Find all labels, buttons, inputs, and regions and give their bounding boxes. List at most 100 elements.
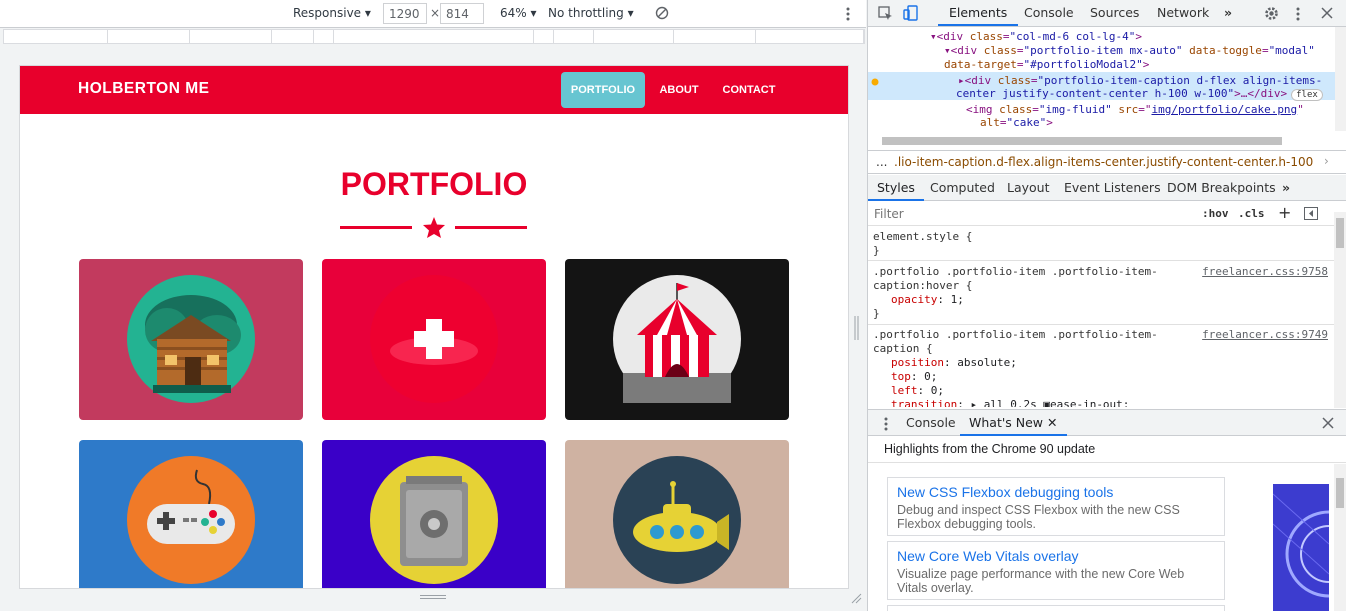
drawer-tab-whats-new[interactable]: What's New ✕ xyxy=(960,410,1067,436)
rule-caption-source[interactable]: freelancer.css:9749 xyxy=(1202,328,1328,341)
rule-hover-decl[interactable]: opacity: 1; xyxy=(891,293,964,306)
portfolio-item-safe[interactable] xyxy=(322,440,546,588)
new-style-rule-icon[interactable]: + xyxy=(1278,203,1291,222)
throttling-label: No throttling xyxy=(548,6,624,20)
rule-hover-selector-1[interactable]: .portfolio .portfolio-item .portfolio-it… xyxy=(873,265,1158,278)
flex-badge[interactable]: flex xyxy=(1291,89,1323,101)
settings-gear-icon[interactable] xyxy=(1264,6,1279,24)
hov-toggle[interactable]: :hov xyxy=(1202,207,1229,220)
device-toolbar-icon[interactable] xyxy=(903,5,919,24)
devtools-main-tabs: Elements Console Sources Network » xyxy=(868,0,1346,27)
dom-node-caption-cont: center justify-content-center h-100 w-10… xyxy=(956,87,1323,101)
height-input[interactable]: 814 xyxy=(440,3,484,24)
cake-illustration xyxy=(370,275,498,403)
tab-elements[interactable]: Elements xyxy=(938,0,1019,26)
rule-caption-decl-left[interactable]: left: 0; xyxy=(891,384,944,397)
drawer-tabs: Console What's New ✕ xyxy=(868,409,1346,436)
portfolio-item-cabin[interactable] xyxy=(79,259,303,420)
breadcrumb-scroll-right-icon[interactable]: › xyxy=(1324,154,1329,168)
dom-node-portfolio-item[interactable]: ▾<div class="portfolio-item mx-auto" dat… xyxy=(944,44,1315,57)
throttling-select[interactable]: No throttling ▾ xyxy=(548,6,634,20)
rule-hover-source[interactable]: freelancer.css:9758 xyxy=(1202,265,1328,278)
close-tab-icon[interactable]: ✕ xyxy=(1047,415,1057,430)
section-heading: PORTFOLIO xyxy=(340,166,528,202)
toggle-sidebar-icon[interactable] xyxy=(1304,207,1318,223)
dimension-separator: × xyxy=(430,6,441,20)
site-navbar: HOLBERTON ME PORTFOLIO ABOUT CONTACT xyxy=(20,66,848,114)
dom-node-img[interactable]: <img class="img-fluid" src="img/portfoli… xyxy=(966,103,1304,116)
dom-vertical-scrollbar[interactable] xyxy=(1335,27,1346,131)
portfolio-item-circus[interactable] xyxy=(565,259,789,420)
zoom-select[interactable]: 64% ▾ xyxy=(500,6,537,20)
styles-tabs: Styles Computed Layout Event Listeners D… xyxy=(868,175,1346,201)
cabin-illustration xyxy=(127,275,255,403)
nav-portfolio[interactable]: PORTFOLIO xyxy=(561,72,645,108)
rule-caption-decl-position[interactable]: position: absolute; xyxy=(891,356,1017,369)
inspect-element-icon[interactable] xyxy=(878,6,893,24)
tab-computed[interactable]: Computed xyxy=(930,175,995,201)
portfolio-item-submarine[interactable] xyxy=(565,440,789,588)
styles-filter-input[interactable] xyxy=(872,204,1192,224)
portfolio-item-game[interactable] xyxy=(79,440,303,588)
close-devtools-icon[interactable] xyxy=(1321,7,1333,22)
whats-new-item[interactable]: New Core Web Vitals overlay Visualize pa… xyxy=(887,541,1225,600)
game-controller-illustration xyxy=(127,456,255,584)
nav-contact[interactable]: CONTACT xyxy=(716,72,782,108)
dom-node-col[interactable]: ▾<div class="col-md-6 col-lg-4"> xyxy=(930,30,1142,43)
more-tabs-icon[interactable]: » xyxy=(1224,0,1232,26)
rule-caption-selector-2: caption { xyxy=(873,342,933,355)
viewport-resize-handle[interactable] xyxy=(420,595,446,602)
rule-caption-decl-top[interactable]: top: 0; xyxy=(891,370,937,383)
dom-tree: ▾<div class="col-md-6 col-lg-4"> ▾<div c… xyxy=(868,27,1346,135)
tab-network[interactable]: Network xyxy=(1157,0,1209,26)
corner-resize-icon[interactable] xyxy=(850,592,862,607)
tab-console[interactable]: Console xyxy=(1024,0,1074,26)
whats-new-item[interactable] xyxy=(887,605,1225,611)
element-style-close: } xyxy=(873,244,880,257)
drawer-menu-icon[interactable] xyxy=(884,417,888,434)
dom-node-img-cont: alt="cake"> xyxy=(980,116,1053,129)
rotate-icon[interactable] xyxy=(655,6,669,23)
devtools-panel: Elements Console Sources Network » ▾<div… xyxy=(867,0,1346,611)
rule-caption-decl-transition[interactable]: transition: ▸ all 0.2s ▣ease-in-out; xyxy=(891,398,1129,407)
styles-rules: element.style { } .portfolio .portfolio-… xyxy=(868,227,1334,407)
whats-new-item[interactable]: New CSS Flexbox debugging tools Debug an… xyxy=(887,477,1225,536)
dom-node-caption[interactable]: ▸<div class="portfolio-item-caption d-fl… xyxy=(958,74,1322,87)
rule-caption-selector-1[interactable]: .portfolio .portfolio-item .portfolio-it… xyxy=(873,328,1158,341)
dom-horizontal-scrollbar[interactable] xyxy=(882,137,1282,145)
rule-hover-selector-2: caption:hover { xyxy=(873,279,973,292)
devtools-menu-icon[interactable] xyxy=(1296,7,1300,24)
whats-new-item-title[interactable]: New Core Web Vitals overlay xyxy=(897,548,1215,564)
device-select[interactable]: Responsive ▾ xyxy=(293,6,371,20)
breadcrumb-path[interactable]: .lio-item-caption.d-flex.align-items-cen… xyxy=(894,155,1314,169)
more-options-icon[interactable] xyxy=(846,7,850,24)
tab-event-listeners[interactable]: Event Listeners xyxy=(1064,175,1161,201)
element-style-selector[interactable]: element.style { xyxy=(873,230,972,243)
tab-dom-breakpoints[interactable]: DOM Breakpoints xyxy=(1167,175,1276,201)
styles-scrollbar[interactable] xyxy=(1334,212,1346,408)
hover-indicator-icon xyxy=(871,75,879,89)
submarine-illustration xyxy=(613,456,741,584)
device-toolbar: Responsive ▾ 1290 × 814 64% ▾ No throttl… xyxy=(0,0,866,28)
whats-new-item-title[interactable]: New CSS Flexbox debugging tools xyxy=(897,484,1215,500)
tab-styles[interactable]: Styles xyxy=(868,175,924,201)
whats-new-banner-image xyxy=(1273,484,1329,611)
close-drawer-icon[interactable] xyxy=(1322,417,1334,432)
cls-toggle[interactable]: .cls xyxy=(1238,207,1265,220)
nav-about[interactable]: ABOUT xyxy=(652,72,706,108)
width-input[interactable]: 1290 xyxy=(383,3,427,24)
drawer-tab-console[interactable]: Console xyxy=(906,410,956,436)
device-emulation-pane: Responsive ▾ 1290 × 814 64% ▾ No throttl… xyxy=(0,0,866,611)
more-style-tabs-icon[interactable]: » xyxy=(1282,175,1290,201)
circus-illustration xyxy=(613,275,741,403)
portfolio-item-cake[interactable] xyxy=(322,259,546,420)
star-icon xyxy=(422,216,446,242)
media-query-bar[interactable] xyxy=(3,29,865,44)
site-brand[interactable]: HOLBERTON ME xyxy=(78,80,209,98)
breadcrumb-more[interactable]: ... xyxy=(876,155,887,169)
tab-sources[interactable]: Sources xyxy=(1090,0,1139,26)
viewport-width-handle[interactable] xyxy=(854,316,860,340)
whats-new-scrollbar[interactable] xyxy=(1334,464,1346,611)
page-viewport: HOLBERTON ME PORTFOLIO ABOUT CONTACT POR… xyxy=(20,66,848,588)
tab-layout[interactable]: Layout xyxy=(1007,175,1050,201)
